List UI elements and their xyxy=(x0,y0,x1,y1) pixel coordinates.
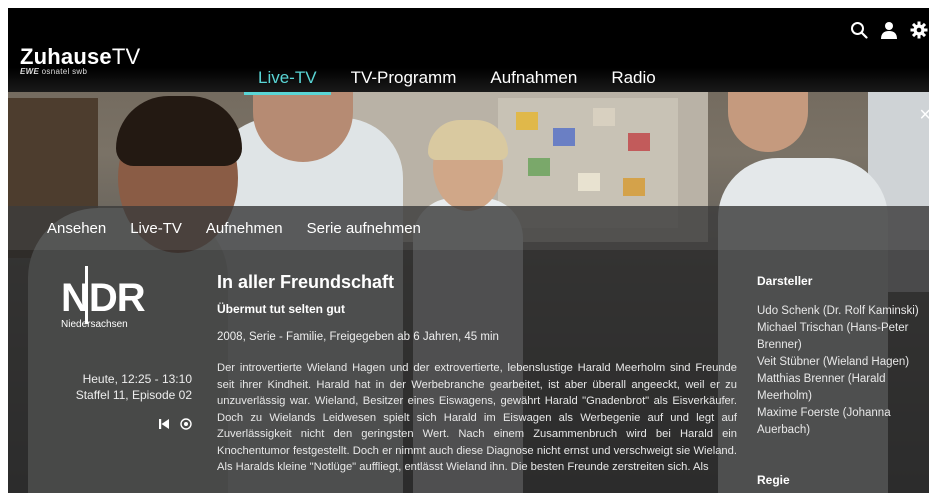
main-nav: Live-TV TV-Programm Aufnahmen Radio xyxy=(244,68,690,95)
record-icon[interactable] xyxy=(180,417,192,435)
action-live-tv[interactable]: Live-TV xyxy=(130,220,182,237)
nav-tab-live-tv[interactable]: Live-TV xyxy=(244,68,331,95)
playback-controls xyxy=(158,417,192,435)
zuhause-tv-logo[interactable]: ZuhauseTV EWE osnatel swb xyxy=(20,44,140,76)
episode-info: Staffel 11, Episode 02 xyxy=(75,388,192,402)
cast-list: Udo Schenk (Dr. Rolf Kaminski) Michael T… xyxy=(757,303,929,439)
cast-member: Michael Trischan (Hans-Peter Brenner) xyxy=(757,322,909,351)
restart-icon[interactable] xyxy=(158,417,170,435)
logo-tv-text: TV xyxy=(111,44,141,69)
action-serie-aufnehmen[interactable]: Serie aufnehmen xyxy=(307,220,421,237)
program-description: Der introvertierte Wieland Hagen und der… xyxy=(217,362,737,473)
program-title: In aller Freundschaft xyxy=(217,272,395,292)
channel-name: NDR xyxy=(61,276,146,320)
logo-partner-ewe: EWE xyxy=(20,67,40,76)
logo-partner-rest: osnatel swb xyxy=(41,67,88,76)
cast-member: Veit Stübner (Wieland Hagen) xyxy=(757,356,910,368)
channel-logo: NDR Niedersachsen xyxy=(61,266,151,330)
action-ansehen[interactable]: Ansehen xyxy=(47,220,106,237)
cast-member: Udo Schenk (Dr. Rolf Kaminski) xyxy=(757,305,919,317)
action-bar: Ansehen Live-TV Aufnehmen Serie aufnehme… xyxy=(8,206,929,250)
airing-time: Heute, 12:25 - 13:10 xyxy=(82,372,192,386)
logo-main-text: Zuhause xyxy=(20,44,112,69)
scene-person-head xyxy=(728,92,808,152)
cast-member: Matthias Brenner (Harald Meerholm) xyxy=(757,373,886,402)
user-icon[interactable] xyxy=(879,20,899,40)
program-meta: 2008, Serie - Familie, Freigegeben ab 6 … xyxy=(217,331,499,343)
episode-title: Übermut tut selten gut xyxy=(217,302,345,316)
app-frame: ZuhauseTV EWE osnatel swb Live-TV TV-Pro… xyxy=(8,8,929,493)
director-heading: Regie xyxy=(757,473,790,487)
close-icon[interactable]: × xyxy=(919,104,929,127)
nav-tab-aufnahmen[interactable]: Aufnahmen xyxy=(490,68,577,92)
search-icon[interactable] xyxy=(849,20,869,40)
channel-logo-text: NDR xyxy=(61,266,151,324)
nav-tab-tv-programm[interactable]: TV-Programm xyxy=(351,68,457,92)
header-icons xyxy=(849,20,929,40)
schedule-info: Heute, 12:25 - 13:10 Staffel 11, Episode… xyxy=(42,371,192,403)
cast-heading: Darsteller xyxy=(757,274,813,288)
gear-icon[interactable] xyxy=(909,20,929,40)
scene-person-hair xyxy=(116,96,242,166)
channel-logo-bar xyxy=(85,266,88,324)
action-aufnehmen[interactable]: Aufnehmen xyxy=(206,220,283,237)
nav-tab-radio[interactable]: Radio xyxy=(611,68,655,92)
cast-member: Maxime Foerste (Johanna Auerbach) xyxy=(757,407,891,436)
